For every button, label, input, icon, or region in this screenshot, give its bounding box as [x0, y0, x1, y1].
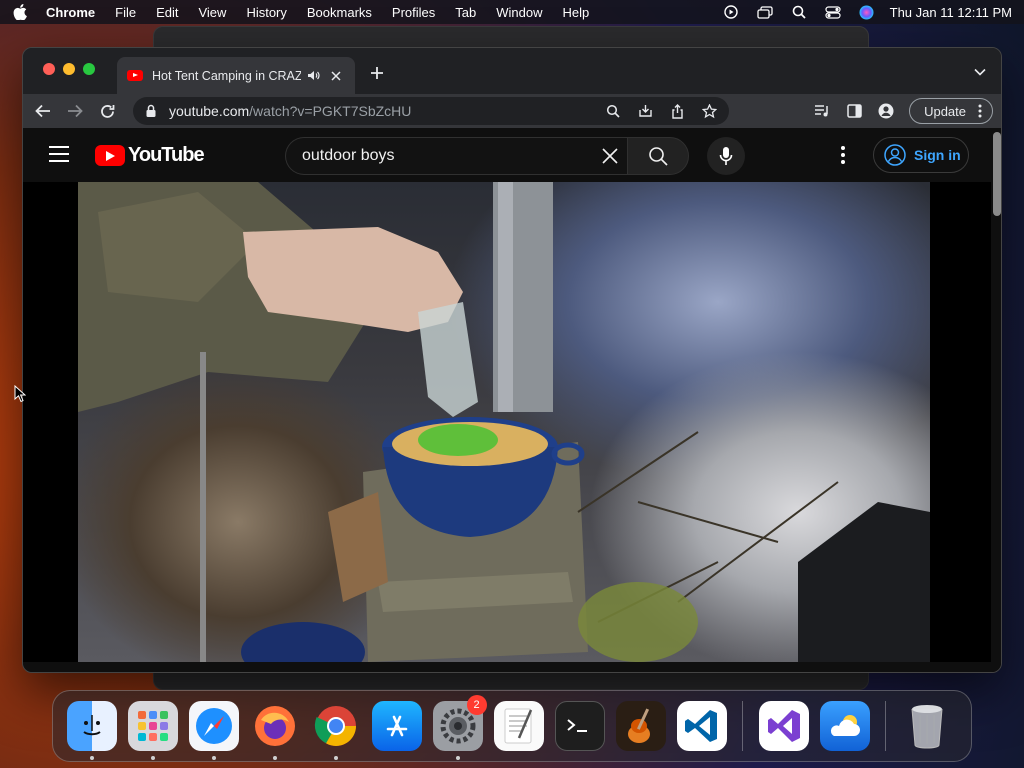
- tab-search-chevron-icon[interactable]: [973, 66, 987, 78]
- mouse-cursor-icon: [14, 385, 26, 403]
- running-indicator: [272, 756, 277, 760]
- close-window-button[interactable]: [43, 63, 55, 75]
- youtube-header: YouTube outdoor boys Sign in: [23, 128, 1001, 182]
- control-center-icon[interactable]: [824, 5, 842, 19]
- zoom-window-button[interactable]: [83, 63, 95, 75]
- siri-icon[interactable]: [858, 5, 876, 19]
- dock-safari-icon[interactable]: [188, 701, 239, 760]
- tab-strip: Hot Tent Camping in CRAZ: [23, 48, 1001, 94]
- dock-garageband-icon[interactable]: [615, 701, 666, 751]
- sign-in-label: Sign in: [914, 147, 961, 163]
- chrome-menu-kebab-icon[interactable]: [978, 104, 982, 118]
- menu-window[interactable]: Window: [496, 5, 542, 20]
- bookmark-star-icon[interactable]: [701, 103, 717, 119]
- dock-app-store-icon[interactable]: [371, 701, 422, 751]
- tab-title: Hot Tent Camping in CRAZ: [152, 68, 301, 83]
- dock-vscode-icon[interactable]: [676, 701, 727, 751]
- dock-terminal-icon[interactable]: [554, 701, 605, 751]
- dock-firefox-icon[interactable]: [250, 701, 300, 760]
- running-indicator: [150, 756, 155, 760]
- dock: 2: [52, 690, 972, 762]
- new-tab-plus-icon[interactable]: [369, 65, 385, 81]
- dock-chrome-icon[interactable]: [311, 701, 361, 760]
- play-circle-icon[interactable]: [722, 5, 740, 19]
- side-panel-icon[interactable]: [845, 102, 863, 120]
- microphone-icon: [719, 147, 733, 165]
- search-button[interactable]: [627, 137, 689, 175]
- search-input[interactable]: outdoor boys: [285, 137, 627, 175]
- dock-launchpad-icon[interactable]: [127, 701, 178, 760]
- spotlight-search-icon[interactable]: [790, 5, 808, 19]
- menu-app-name[interactable]: Chrome: [46, 5, 95, 20]
- youtube-page: YouTube outdoor boys Sign in: [23, 128, 1001, 672]
- account-circle-icon: [884, 144, 906, 166]
- menu-status-area: Thu Jan 11 12:11 PM: [706, 5, 1012, 20]
- dock-visual-studio-icon[interactable]: [758, 701, 809, 751]
- guide-menu-icon[interactable]: [49, 146, 69, 162]
- forward-arrow-icon[interactable]: [63, 99, 87, 123]
- dock-weather-icon[interactable]: [819, 701, 870, 751]
- share-icon[interactable]: [669, 103, 685, 119]
- url-host: youtube.com: [169, 103, 250, 119]
- notification-badge: 2: [466, 695, 487, 715]
- youtube-play-logo-icon: [95, 145, 125, 166]
- dock-separator: [885, 701, 886, 751]
- settings-more-vertical-icon[interactable]: [839, 145, 847, 165]
- menu-view[interactable]: View: [198, 5, 226, 20]
- dock-trash-icon[interactable]: [902, 701, 952, 751]
- screen-mirror-icon[interactable]: [756, 5, 774, 19]
- address-bar[interactable]: youtube.com/watch?v=PGKT7SbZcHU: [133, 97, 729, 125]
- back-arrow-icon[interactable]: [31, 99, 55, 123]
- running-indicator: [333, 756, 338, 760]
- menu-bar: Chrome File Edit View History Bookmarks …: [0, 0, 1024, 24]
- voice-search-button[interactable]: [707, 137, 745, 175]
- youtube-logo-text: YouTube: [128, 144, 205, 166]
- audio-playing-icon[interactable]: [307, 70, 321, 81]
- toolbar-actions: Update: [813, 97, 993, 125]
- omnibox-actions: [589, 103, 717, 119]
- zoom-search-icon[interactable]: [605, 103, 621, 119]
- search-icon: [649, 147, 668, 166]
- page-scrollbar[interactable]: [991, 128, 1001, 672]
- menu-clock[interactable]: Thu Jan 11 12:11 PM: [890, 5, 1012, 20]
- menu-profiles[interactable]: Profiles: [392, 5, 435, 20]
- youtube-logo[interactable]: YouTube: [95, 144, 205, 167]
- menu-bookmarks[interactable]: Bookmarks: [307, 5, 372, 20]
- running-indicator: [455, 756, 460, 760]
- update-button[interactable]: Update: [909, 98, 993, 124]
- sign-in-button[interactable]: Sign in: [873, 137, 969, 173]
- menu-edit[interactable]: Edit: [156, 5, 178, 20]
- search-query: outdoor boys: [302, 147, 395, 164]
- install-app-icon[interactable]: [637, 103, 653, 119]
- menu-help[interactable]: Help: [563, 5, 590, 20]
- tab-close-icon[interactable]: [331, 70, 345, 81]
- dock-finder-icon[interactable]: [66, 701, 117, 760]
- tab-youtube[interactable]: Hot Tent Camping in CRAZ: [117, 57, 355, 94]
- dock-separator: [742, 701, 743, 751]
- menu-file[interactable]: File: [115, 5, 136, 20]
- chrome-window: Hot Tent Camping in CRAZ youtube.com /wa…: [22, 47, 1002, 673]
- youtube-favicon-icon: [127, 70, 143, 81]
- apple-menu-icon[interactable]: [12, 4, 28, 20]
- update-label: Update: [924, 103, 966, 119]
- url-path: /watch?v=PGKT7SbZcHU: [249, 103, 412, 119]
- site-info-icon[interactable]: [145, 104, 159, 118]
- menu-tab[interactable]: Tab: [455, 5, 476, 20]
- clear-search-icon[interactable]: [599, 145, 621, 167]
- video-player[interactable]: [78, 182, 930, 662]
- video-frame-image: [78, 182, 930, 662]
- browser-toolbar: youtube.com/watch?v=PGKT7SbZcHU Update: [23, 94, 1001, 128]
- window-controls: [43, 63, 103, 75]
- media-controls-icon[interactable]: [813, 102, 831, 120]
- dock-textedit-icon[interactable]: [493, 701, 544, 751]
- dock-system-settings-icon[interactable]: 2: [432, 695, 487, 760]
- running-indicator: [89, 756, 94, 760]
- profile-avatar-icon[interactable]: [877, 102, 895, 120]
- running-indicator: [211, 756, 216, 760]
- minimize-window-button[interactable]: [63, 63, 75, 75]
- reload-icon[interactable]: [95, 99, 119, 123]
- menu-history[interactable]: History: [246, 5, 286, 20]
- scrollbar-thumb[interactable]: [993, 132, 1001, 216]
